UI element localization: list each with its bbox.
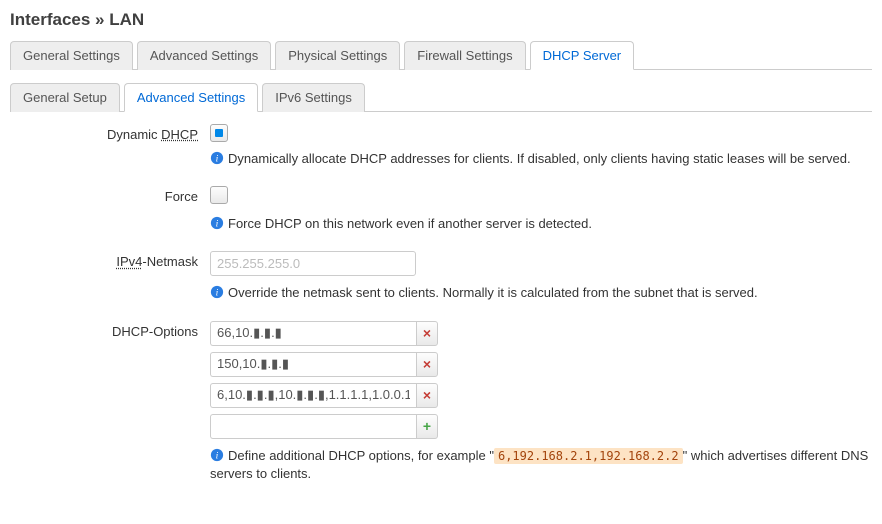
- subtab-ipv6-settings[interactable]: IPv6 Settings: [262, 83, 365, 112]
- dhcp-options-example: 6,192.168.2.1,192.168.2.2: [494, 448, 683, 464]
- page-title-suffix: LAN: [109, 10, 144, 29]
- checkbox-dynamic-dhcp[interactable]: [210, 124, 228, 142]
- input-ipv4-netmask[interactable]: [210, 251, 416, 276]
- info-icon: i: [210, 448, 224, 462]
- row-dynamic-dhcp: Dynamic DHCP i Dynamically allocate DHCP…: [10, 124, 872, 168]
- dhcp-option-row: ×: [210, 383, 872, 408]
- remove-icon[interactable]: ×: [416, 321, 438, 346]
- info-icon: i: [210, 216, 224, 230]
- page-title: Interfaces » LAN: [10, 10, 872, 30]
- remove-icon[interactable]: ×: [416, 352, 438, 377]
- sub-tabs: General SetupAdvanced SettingsIPv6 Setti…: [10, 82, 872, 112]
- row-ipv4-netmask: IPv4-Netmask i Override the netmask sent…: [10, 251, 872, 302]
- label-force: Force: [10, 186, 210, 204]
- dhcp-option-row: ×: [210, 352, 872, 377]
- tab-firewall-settings[interactable]: Firewall Settings: [404, 41, 525, 70]
- svg-text:i: i: [216, 288, 219, 299]
- dhcp-option-input-new[interactable]: [210, 414, 416, 439]
- remove-icon[interactable]: ×: [416, 383, 438, 408]
- hint-dhcp-options: iDefine additional DHCP options, for exa…: [210, 447, 872, 483]
- checkbox-force[interactable]: [210, 186, 228, 204]
- hint-dynamic-dhcp: i Dynamically allocate DHCP addresses fo…: [210, 150, 872, 168]
- dhcp-option-input[interactable]: [210, 321, 416, 346]
- info-icon: i: [210, 151, 224, 165]
- label-dhcp-options: DHCP-Options: [10, 321, 210, 339]
- dhcp-option-input[interactable]: [210, 383, 416, 408]
- page-title-sep: »: [90, 10, 109, 29]
- label-ipv4-netmask: IPv4-Netmask: [10, 251, 210, 269]
- hint-ipv4-netmask: i Override the netmask sent to clients. …: [210, 284, 872, 302]
- dhcp-option-row-new: +: [210, 414, 872, 439]
- info-icon: i: [210, 285, 224, 299]
- tab-physical-settings[interactable]: Physical Settings: [275, 41, 400, 70]
- row-force: Force i Force DHCP on this network even …: [10, 186, 872, 233]
- svg-text:i: i: [216, 450, 219, 461]
- svg-text:i: i: [216, 154, 219, 165]
- dhcp-option-input[interactable]: [210, 352, 416, 377]
- page-title-prefix: Interfaces: [10, 10, 90, 29]
- subtab-advanced-settings[interactable]: Advanced Settings: [124, 83, 258, 112]
- tab-advanced-settings[interactable]: Advanced Settings: [137, 41, 271, 70]
- tab-general-settings[interactable]: General Settings: [10, 41, 133, 70]
- tab-dhcp-server[interactable]: DHCP Server: [530, 41, 635, 70]
- row-dhcp-options: DHCP-Options × × × + iDefine additional DHCP…: [10, 321, 872, 483]
- hint-force: i Force DHCP on this network even if ano…: [210, 215, 872, 233]
- svg-text:i: i: [216, 219, 219, 230]
- add-icon[interactable]: +: [416, 414, 438, 439]
- subtab-general-setup[interactable]: General Setup: [10, 83, 120, 112]
- main-tabs: General SettingsAdvanced SettingsPhysica…: [10, 40, 872, 70]
- dhcp-option-row: ×: [210, 321, 872, 346]
- label-dynamic-dhcp: Dynamic DHCP: [10, 124, 210, 142]
